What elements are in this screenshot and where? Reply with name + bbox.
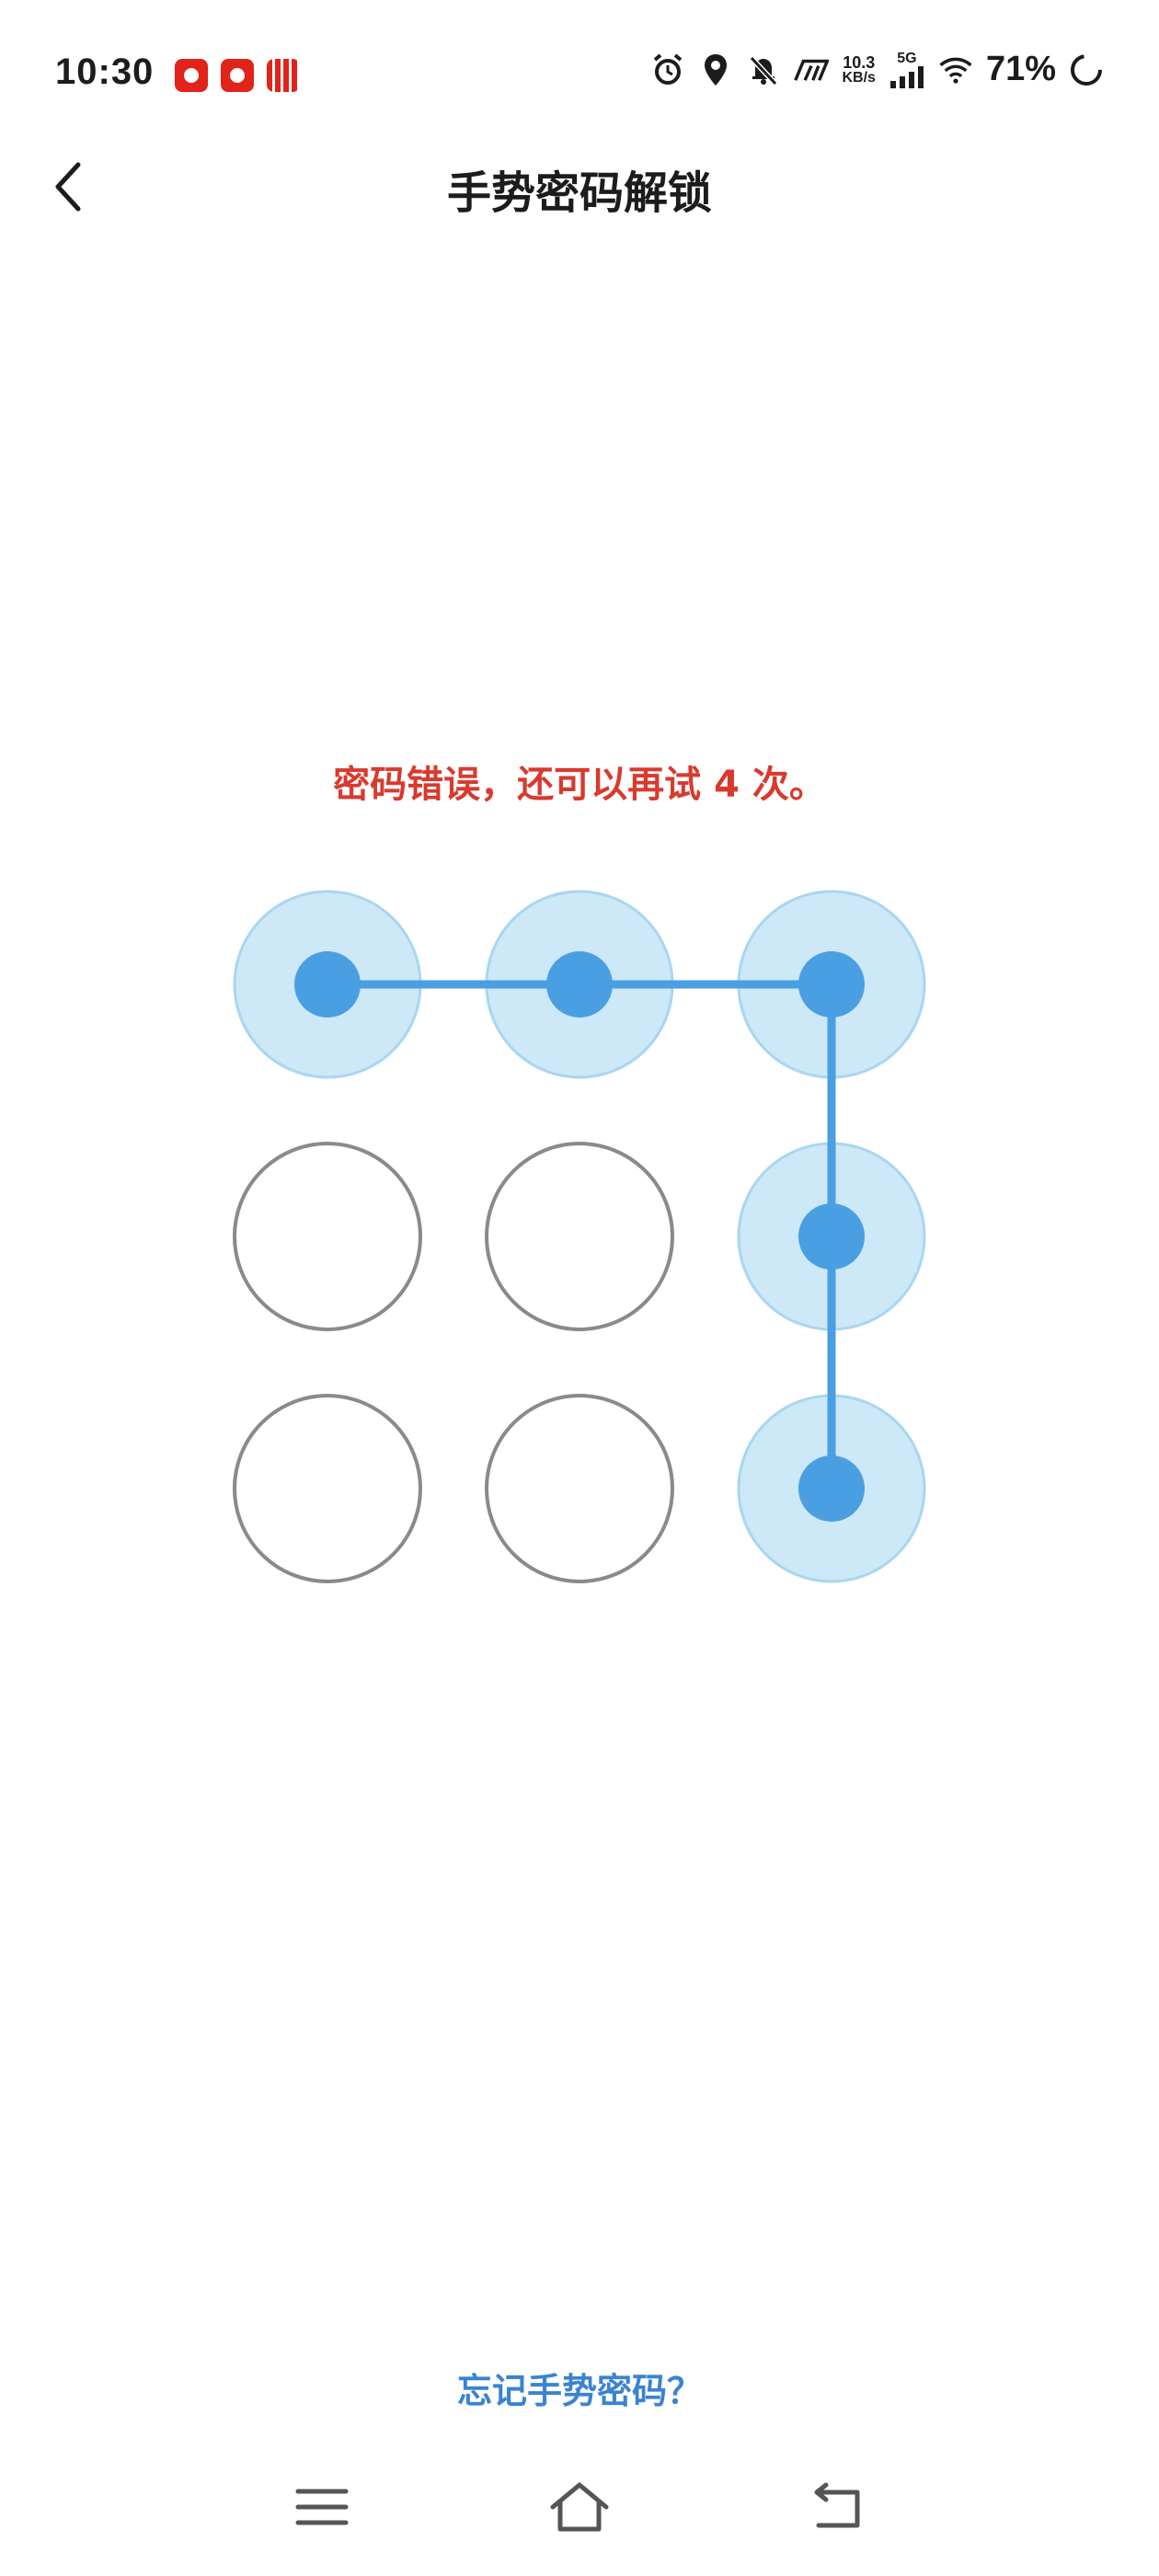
pattern-lock-grid[interactable] <box>230 887 929 1586</box>
pattern-node-4[interactable] <box>233 1142 422 1331</box>
pattern-node-dot-3 <box>798 951 865 1018</box>
app-notification-icon <box>175 59 208 92</box>
pattern-node-dot-2 <box>546 951 613 1018</box>
network-speed-value: 10.3 <box>843 52 876 72</box>
forgot-pattern-link[interactable]: 忘记手势密码？ <box>0 2363 1159 2413</box>
pattern-node-dot-1 <box>294 951 361 1018</box>
nav-menu-button[interactable] <box>281 2466 363 2548</box>
network-speed: 10.3 KB/s <box>842 54 875 86</box>
bell-muted-icon <box>746 52 781 87</box>
error-message: 密码错误，还可以再试 4 次。 <box>333 764 826 806</box>
signal-bars-icon <box>889 65 924 88</box>
pattern-node-dot-9 <box>798 1455 865 1522</box>
menu-icon <box>295 2489 349 2525</box>
battery-level: 71% <box>985 50 1056 88</box>
pattern-node-dot-6 <box>798 1203 865 1270</box>
network-generation: 5G <box>897 50 917 66</box>
battery-icon <box>1069 52 1104 87</box>
notification-app-icons <box>175 59 300 92</box>
status-icons: 10.3 KB/s 5G 71% <box>650 50 1104 89</box>
cellular-signal: 5G <box>889 50 925 88</box>
pattern-node-5[interactable] <box>485 1142 674 1331</box>
status-time: 10:30 <box>55 52 155 92</box>
page-title: 手势密码解锁 <box>446 167 712 219</box>
nav-back-button[interactable] <box>796 2466 878 2548</box>
nfc-icon <box>794 52 830 87</box>
network-speed-unit: KB/s <box>842 69 876 86</box>
alarm-icon <box>650 52 685 87</box>
wifi-icon <box>938 52 973 87</box>
pattern-node-7[interactable] <box>233 1394 422 1583</box>
return-icon <box>814 2482 860 2528</box>
app-notification-icon <box>221 59 254 92</box>
home-icon <box>550 2482 609 2532</box>
nav-home-button[interactable] <box>538 2466 621 2548</box>
pattern-node-8[interactable] <box>485 1394 674 1583</box>
location-icon <box>698 52 733 87</box>
app-notification-icon <box>267 59 300 92</box>
